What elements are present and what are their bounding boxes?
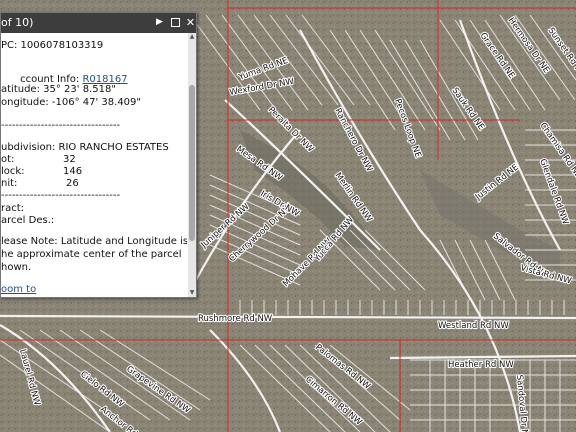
popup-scrollbar[interactable]: ▲ ▼ — [188, 33, 196, 297]
note-line-2: he approximate center of the parcel — [1, 249, 182, 260]
note-line-3: hown. — [1, 262, 32, 273]
popup-result-count: of 10) — [1, 16, 34, 29]
parcel-info-popup: of 10) ▶ ✕ PC: 1006078103319 ccount Info… — [0, 12, 197, 298]
zoom-to-link[interactable]: oom to — [1, 284, 36, 296]
separator-2: --------------------------------- — [1, 190, 121, 201]
separator-1: --------------------------------- — [1, 120, 121, 131]
popup-body: PC: 1006078103319 ccount Info: R018167 a… — [1, 33, 187, 297]
note-line-1: lease Note: Latitude and Longitude is — [1, 236, 187, 247]
scroll-down-icon[interactable]: ▼ — [188, 289, 196, 297]
latitude-text: atitude: 35° 23' 8.518" — [1, 84, 116, 95]
next-result-icon[interactable]: ▶ — [154, 17, 165, 28]
scroll-up-icon[interactable]: ▲ — [188, 33, 196, 41]
unit-value: 26 — [66, 178, 79, 189]
unit-label: nit: — [1, 178, 18, 189]
subdivision-text: ubdivision: RIO RANCHO ESTATES — [1, 142, 169, 153]
scroll-thumb[interactable] — [189, 85, 195, 241]
block-label: lock: — [1, 166, 25, 177]
parcel-des-label: arcel Des.: — [1, 215, 55, 226]
map-label-rushmore-rd: Rushmore Rd NW — [198, 314, 273, 324]
maximize-icon[interactable] — [171, 18, 180, 27]
map-label-heather-rd: Heather Rd NW — [448, 360, 514, 370]
lot-value: 32 — [63, 154, 76, 165]
map-label-westland-rd: Westland Rd NW — [438, 321, 509, 331]
tract-label: ract: — [1, 203, 25, 214]
upc-text: PC: 1006078103319 — [1, 40, 104, 51]
popup-header: of 10) ▶ ✕ — [1, 13, 196, 33]
lot-label: ot: — [1, 154, 15, 165]
longitude-text: ongitude: -106° 47' 38.409" — [1, 97, 142, 108]
close-icon[interactable]: ✕ — [185, 17, 196, 28]
block-value: 146 — [63, 166, 83, 177]
